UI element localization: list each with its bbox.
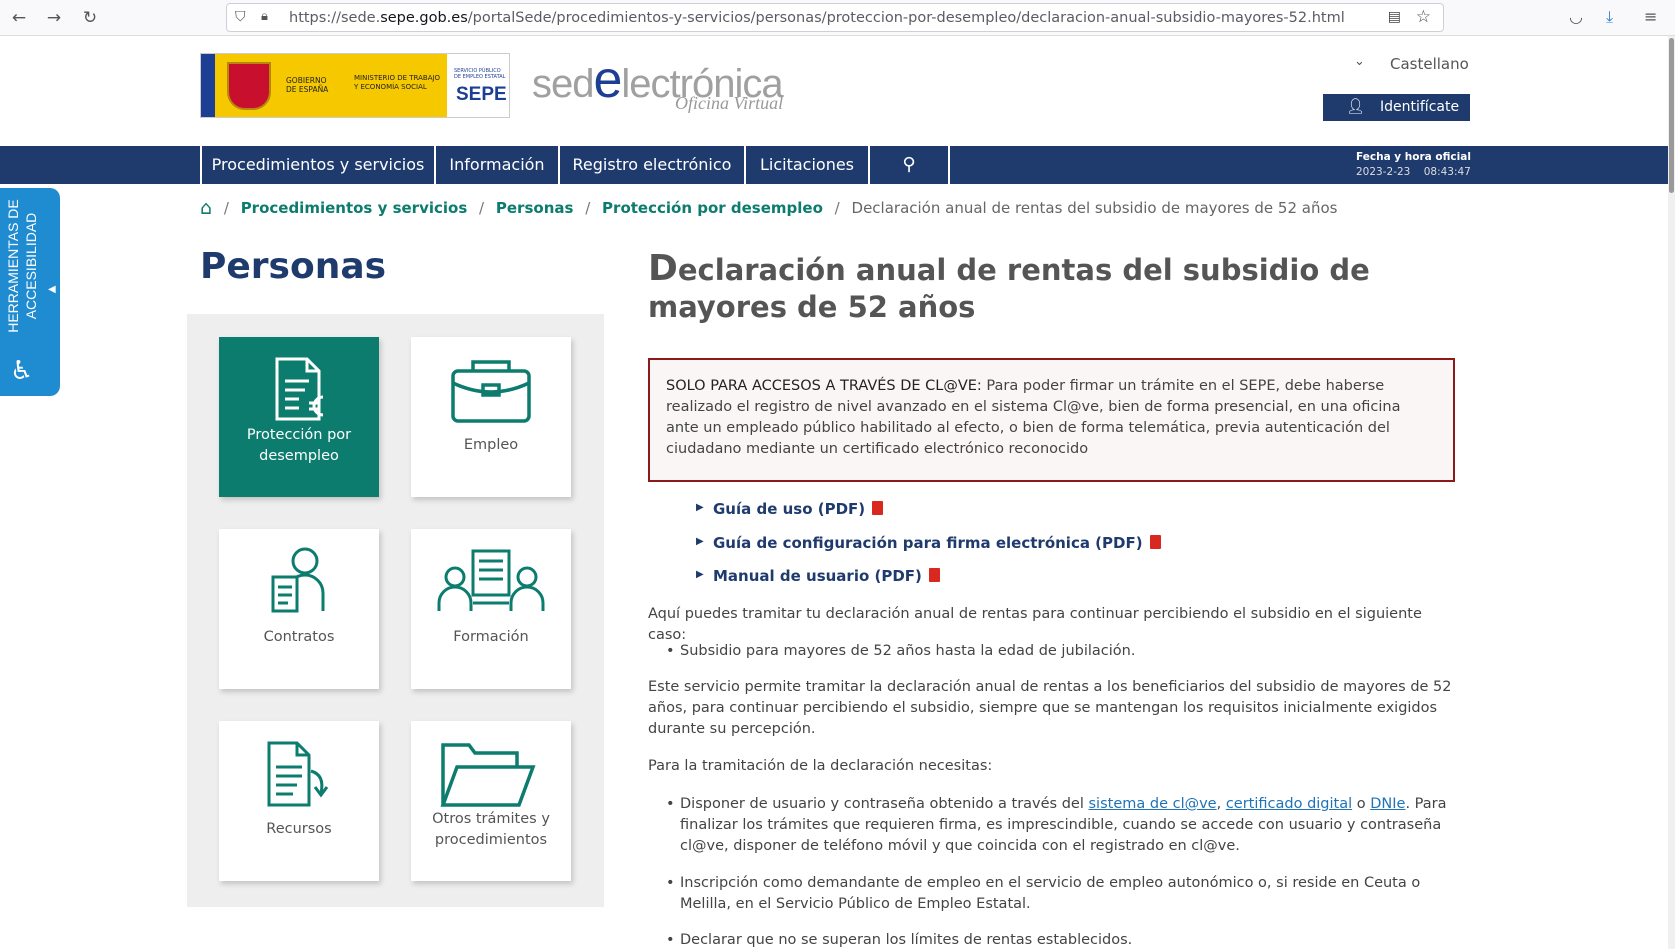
language-label: Castellano [1390,55,1469,73]
card-label: Formación [453,629,529,645]
training-icon [437,549,545,611]
nav-informacion[interactable]: Información [434,146,558,184]
sepe-logo: SERVICIO PÚBLICO DE EMPLEO ESTATAL SEPE [449,54,509,117]
title-initial: D [648,248,678,289]
chevron-down-icon: ⌄ [1354,54,1365,69]
pdf-icon [1149,535,1161,549]
sepe-big-label: SEPE [456,84,507,105]
clock-title: Fecha y hora oficial [1356,151,1471,163]
eu-stripe [201,54,215,117]
menu-icon[interactable]: ≡ [1644,7,1657,26]
bullet-text: Disponer de usuario y contraseña obtenid… [680,796,1447,854]
card-label: Empleo [463,437,519,453]
main-navbar: Procedimientos y servicios Información R… [0,146,1668,184]
card-contratos[interactable]: Contratos [219,529,379,689]
card-label: Recursos [266,821,332,837]
link-label[interactable]: Guía de configuración para firma electró… [713,534,1143,552]
link-certificado[interactable]: certificado digital [1226,796,1352,812]
sepe-small-label: SERVICIO PÚBLICO DE EMPLEO ESTATAL [454,68,506,80]
breadcrumb: ⌂ / Procedimientos y servicios / Persona… [200,197,1338,219]
caret-right-icon: ▶ [696,536,704,547]
clock-time: 08:43:47 [1423,166,1471,178]
clave-alert: SOLO PARA ACCESOS A TRAVÉS DE CL@VE: Par… [648,358,1455,482]
euro-document-icon [275,357,324,421]
link-dnie[interactable]: DNIe [1370,796,1405,812]
user-icon: 👤︎ [1346,97,1366,115]
browser-toolbar: ← → ↻ ⛉ 🔒︎ https://sede.sepe.gob.es/port… [0,0,1675,36]
gobierno-logo: GOBIERNO DE ESPAÑA MINISTERIO DE TRABAJO… [201,54,447,117]
bookmark-star-icon[interactable]: ☆ [1416,7,1431,27]
breadcrumb-current: Declaración anual de rentas del subsidio… [851,199,1338,217]
contract-person-icon [271,547,325,613]
briefcase-icon [451,360,531,423]
alert-strong: SOLO PARA ACCESOS A TRAVÉS DE CL@VE: [666,378,982,394]
card-proteccion-desempleo[interactable]: Protección por desempleo [219,337,379,497]
folder-icon [440,743,536,807]
link-clave[interactable]: sistema de cl@ve [1089,796,1217,812]
section-title: Personas [200,246,387,287]
caret-right-icon: ▶ [696,569,704,580]
ministry-label: MINISTERIO DE TRABAJO Y ECONOMÍA SOCIAL [354,74,441,91]
sede-prefix: sed [532,62,594,106]
identify-button[interactable]: 👤︎ Identifícate [1323,94,1470,121]
coat-of-arms-icon [227,62,271,110]
nav-licitaciones[interactable]: Licitaciones [744,146,868,184]
card-label: Otros trámites y procedimientos [432,811,550,848]
breadcrumb-proteccion[interactable]: Protección por desempleo [602,199,823,217]
shield-icon[interactable]: ⛉ [235,9,246,25]
official-clock: Fecha y hora oficial 2023-2-23 08:43:47 [1356,151,1471,178]
link-label[interactable]: Guía de uso (PDF) [713,500,865,518]
bullet-text: Inscripción como demandante de empleo en… [680,875,1421,912]
category-grid: Protección por desempleo Empleo Contrato… [187,314,604,907]
card-formacion[interactable]: Formación [411,529,571,689]
accessibility-icon: ♿︎ [10,356,34,386]
bullet-text: Declarar que no se superan los límites d… [680,932,1133,948]
url-text[interactable]: https://sede.sepe.gob.es/portalSede/proc… [289,10,1345,26]
search-icon[interactable]: ⚲ [868,146,950,184]
title-rest: eclaración anual de rentas del subsidio … [648,253,1370,324]
nav-procedimientos[interactable]: Procedimientos y servicios [200,146,434,184]
needs-title: Para la tramitación de la declaración ne… [648,758,993,774]
card-label: Protección por desempleo [246,427,352,464]
home-icon[interactable]: ⌂ [200,197,212,219]
download-icon[interactable]: ⤓ [1606,7,1613,27]
reader-view-icon[interactable]: ▤ [1388,9,1401,25]
scrollbar-thumb[interactable] [1669,38,1674,193]
accessibility-label: HERRAMIENTAS DE ACCESIBILIDAD [5,199,39,333]
lock-icon[interactable]: 🔒︎ [261,9,268,24]
forward-icon[interactable]: → [44,8,64,28]
card-otros-tramites[interactable]: Otros trámites y procedimientos [411,721,571,881]
intro-paragraph: Aquí puedes tramitar tu declaración anua… [648,606,1422,643]
nav-registro[interactable]: Registro electrónico [558,146,744,184]
address-bar[interactable]: ⛉ 🔒︎ https://sede.sepe.gob.es/portalSede… [226,3,1444,32]
card-label: Contratos [263,629,335,645]
page-scrollbar[interactable] [1668,36,1675,949]
breadcrumb-procedimientos[interactable]: Procedimientos y servicios [241,199,468,217]
back-icon[interactable]: ← [9,8,29,28]
bullet-text: Subsidio para mayores de 52 años hasta l… [680,643,1136,659]
card-recursos[interactable]: Recursos [219,721,379,881]
caret-right-icon: ▶ [696,502,704,513]
sede-electronica-logo[interactable]: sedelectrónica Oficina Virtual [532,50,784,113]
pdf-icon [872,501,884,515]
breadcrumb-personas[interactable]: Personas [496,199,574,217]
sede-e: e [593,51,623,109]
appeal-document-icon [267,741,329,807]
gobierno-label: GOBIERNO DE ESPAÑA [286,76,329,94]
pocket-icon[interactable]: ◡ [1569,7,1583,26]
clock-date: 2023-2-23 [1356,166,1411,178]
caret-left-icon: ◀ [48,284,56,295]
pdf-icon [928,568,940,582]
accessibility-tab[interactable]: HERRAMIENTAS DE ACCESIBILIDAD ◀ ♿︎ [0,188,60,396]
card-empleo[interactable]: Empleo [411,337,571,497]
oficina-virtual-label: Oficina Virtual [675,93,784,113]
link-label[interactable]: Manual de usuario (PDF) [713,567,922,585]
service-paragraph: Este servicio permite tramitar la declar… [648,679,1452,737]
reload-icon[interactable]: ↻ [80,8,100,28]
page-title: Declaración anual de rentas del subsidio… [648,250,1448,326]
government-logo[interactable]: GOBIERNO DE ESPAÑA MINISTERIO DE TRABAJO… [200,53,510,118]
identify-label: Identifícate [1380,99,1460,115]
